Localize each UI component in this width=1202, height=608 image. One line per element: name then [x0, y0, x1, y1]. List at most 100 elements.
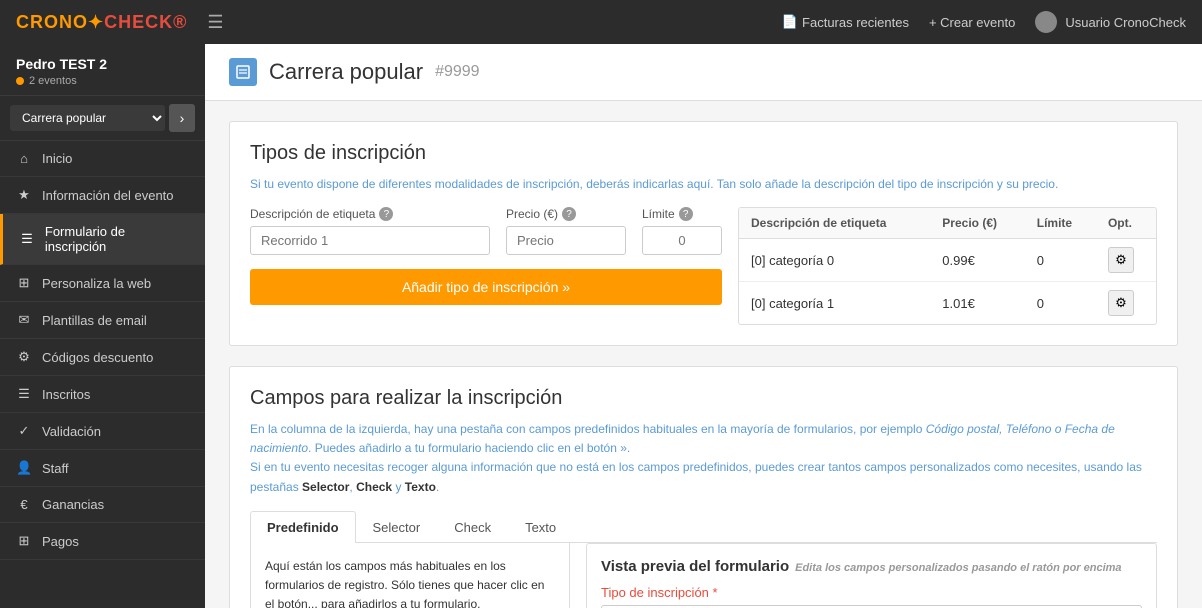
- crear-evento-link[interactable]: + Crear evento: [929, 15, 1015, 30]
- precio-group: Precio (€) ?: [506, 207, 626, 255]
- file-icon: 📄: [782, 14, 798, 30]
- campos-tabs: Predefinido Selector Check Texto: [250, 511, 1157, 543]
- row1-precio: 1.01€: [930, 282, 1024, 325]
- sidebar-item-personaliza[interactable]: ⊞ Personaliza la web: [0, 265, 205, 302]
- facturas-link[interactable]: 📄 Facturas recientes: [782, 14, 909, 30]
- sidebar-label-codigos: Códigos descuento: [42, 350, 153, 365]
- campos-right-panel: Vista previa del formulario Edita los ca…: [586, 543, 1157, 608]
- pagos-icon: ⊞: [16, 533, 32, 549]
- campos-left-text: Aquí están los campos más habituales en …: [265, 557, 555, 608]
- col-limite-header: Límite: [1025, 208, 1096, 239]
- euro-icon: €: [16, 497, 32, 512]
- sidebar-item-formulario[interactable]: ☰ Formulario de inscripción: [0, 214, 205, 265]
- desc-group: Descripción de etiqueta ?: [250, 207, 490, 255]
- row0-precio: 0.99€: [930, 239, 1024, 282]
- tipos-form-row: Descripción de etiqueta ? Precio (€) ?: [250, 207, 1157, 325]
- user-menu[interactable]: Usuario CronoCheck: [1035, 11, 1186, 33]
- sidebar-label-informacion: Información del evento: [42, 188, 174, 203]
- sidebar-item-ganancias[interactable]: € Ganancias: [0, 487, 205, 523]
- sidebar-username: Pedro TEST 2: [16, 56, 189, 72]
- events-count: 2 eventos: [29, 75, 77, 87]
- sidebar-item-staff[interactable]: 👤 Staff: [0, 450, 205, 487]
- desc-label: Descripción de etiqueta ?: [250, 207, 490, 221]
- precio-label: Precio (€) ?: [506, 207, 626, 221]
- sidebar-label-pagos: Pagos: [42, 534, 79, 549]
- page-header-icon: [229, 58, 257, 86]
- tab-predefinido[interactable]: Predefinido: [250, 511, 356, 543]
- row0-desc: [0] categoría 0: [739, 239, 930, 282]
- sidebar-events: 2 eventos: [16, 75, 189, 87]
- row1-limite: 0: [1025, 282, 1096, 325]
- sidebar-label-inicio: Inicio: [42, 151, 72, 166]
- precio-help[interactable]: ?: [562, 207, 576, 221]
- campos-body: Predefinido Selector Check Texto Aquí es…: [250, 511, 1157, 608]
- sidebar-item-informacion[interactable]: ★ Información del evento: [0, 177, 205, 214]
- sidebar-item-pagos[interactable]: ⊞ Pagos: [0, 523, 205, 560]
- required-marker: *: [713, 585, 718, 600]
- preview-title: Vista previa del formulario: [601, 558, 789, 575]
- star-icon: ★: [16, 187, 32, 203]
- check-icon: ✓: [16, 423, 32, 439]
- sidebar-label-ganancias: Ganancias: [42, 497, 104, 512]
- row1-gear-button[interactable]: ⚙: [1108, 290, 1134, 316]
- tipos-inputs-row: Descripción de etiqueta ? Precio (€) ?: [250, 207, 722, 255]
- tab-selector[interactable]: Selector: [356, 511, 438, 543]
- sidebar-label-validacion: Validación: [42, 424, 101, 439]
- username-nav: Usuario CronoCheck: [1065, 15, 1186, 30]
- page-title: Carrera popular: [269, 59, 423, 85]
- campos-columns: Aquí están los campos más habituales en …: [250, 543, 1157, 608]
- inscripcion-table: Descripción de etiqueta Precio (€) Límit…: [738, 207, 1157, 325]
- hamburger-icon[interactable]: ☰: [207, 12, 781, 33]
- sidebar: Pedro TEST 2 2 eventos Carrera popular ›…: [0, 44, 205, 608]
- nav-right: 📄 Facturas recientes + Crear evento Usua…: [782, 11, 1186, 33]
- tab-texto[interactable]: Texto: [508, 511, 573, 543]
- limite-label: Límite ?: [642, 207, 722, 221]
- table-row: [0] categoría 1 1.01€ 0 ⚙: [739, 282, 1156, 325]
- tipos-section-title: Tipos de inscripción: [250, 142, 1157, 165]
- navbar: CRONO✦CHECK® ☰ 📄 Facturas recientes + Cr…: [0, 0, 1202, 44]
- inscritos-icon: ☰: [16, 386, 32, 402]
- sidebar-label-staff: Staff: [42, 461, 69, 476]
- preview-subtitle: Edita los campos personalizados pasando …: [795, 562, 1121, 574]
- tab-check[interactable]: Check: [437, 511, 508, 543]
- limite-input[interactable]: [642, 226, 722, 255]
- sidebar-user: Pedro TEST 2 2 eventos: [0, 44, 205, 96]
- col-precio-header: Precio (€): [930, 208, 1024, 239]
- campos-desc: En la columna de la izquierda, hay una p…: [250, 420, 1157, 497]
- campos-title: Campos para realizar la inscripción: [250, 387, 1157, 410]
- user-icon: 👤: [16, 460, 32, 476]
- limite-help[interactable]: ?: [679, 207, 693, 221]
- row1-desc: [0] categoría 1: [739, 282, 930, 325]
- event-arrow-btn[interactable]: ›: [169, 104, 195, 132]
- sidebar-item-inscritos[interactable]: ☰ Inscritos: [0, 376, 205, 413]
- sidebar-nav: ⌂ Inicio ★ Información del evento ☰ Form…: [0, 141, 205, 608]
- tipos-section-desc: Si tu evento dispone de diferentes modal…: [250, 175, 1157, 193]
- email-icon: ✉: [16, 312, 32, 328]
- row0-gear-button[interactable]: ⚙: [1108, 247, 1134, 273]
- desc-input[interactable]: [250, 226, 490, 255]
- desc-help[interactable]: ?: [379, 207, 393, 221]
- row0-limite: 0: [1025, 239, 1096, 282]
- col-opt-header: Opt.: [1096, 208, 1156, 239]
- grid-icon: ⊞: [16, 275, 32, 291]
- main-content: Carrera popular #9999 Tipos de inscripci…: [205, 44, 1202, 608]
- sidebar-label-plantillas: Plantillas de email: [42, 313, 147, 328]
- preview-label: Tipo de inscripción *: [601, 585, 1142, 600]
- precio-input[interactable]: [506, 226, 626, 255]
- preview-header: Vista previa del formulario Edita los ca…: [601, 558, 1142, 575]
- campos-section: Campos para realizar la inscripción En l…: [229, 366, 1178, 608]
- sidebar-label-inscritos: Inscritos: [42, 387, 90, 402]
- add-inscription-button[interactable]: Añadir tipo de inscripción »: [250, 269, 722, 305]
- sidebar-item-inicio[interactable]: ⌂ Inicio: [0, 141, 205, 177]
- discount-icon: ⚙: [16, 349, 32, 365]
- sidebar-item-codigos[interactable]: ⚙ Códigos descuento: [0, 339, 205, 376]
- sidebar-label-formulario: Formulario de inscripción: [45, 224, 189, 254]
- sidebar-item-plantillas[interactable]: ✉ Plantillas de email: [0, 302, 205, 339]
- limite-group: Límite ?: [642, 207, 722, 255]
- avatar: [1035, 11, 1057, 33]
- brand-logo: CRONO✦CHECK®: [16, 12, 187, 33]
- campos-left-panel: Aquí están los campos más habituales en …: [250, 543, 570, 608]
- brand-text: CRONO✦CHECK®: [16, 12, 187, 33]
- event-select[interactable]: Carrera popular: [10, 105, 165, 131]
- sidebar-item-validacion[interactable]: ✓ Validación: [0, 413, 205, 450]
